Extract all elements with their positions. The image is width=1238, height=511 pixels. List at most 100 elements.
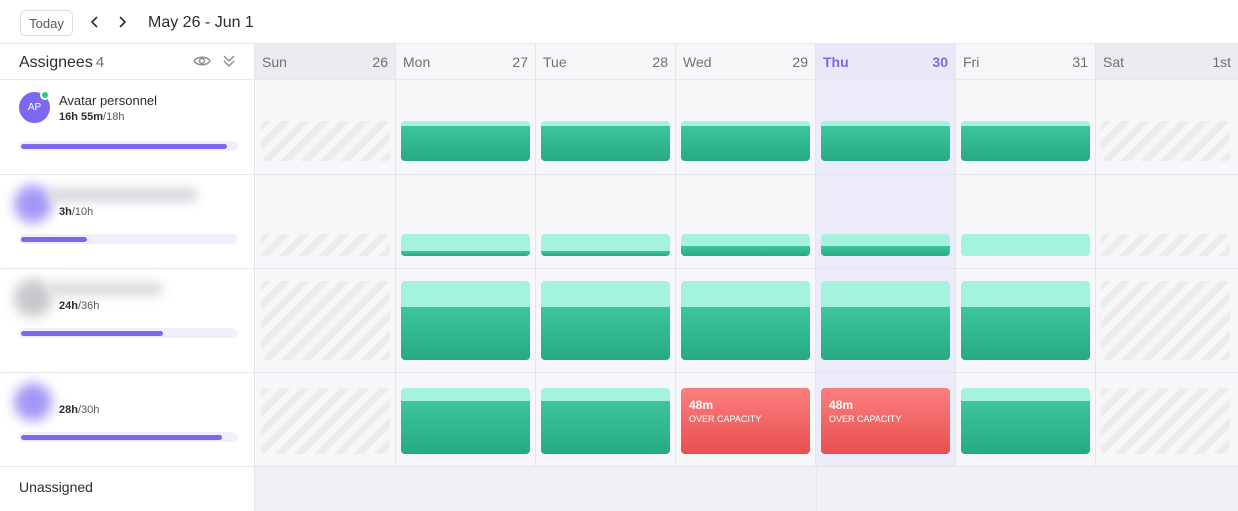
calendar-toolbar: Today May 26 - Jun 1 — [0, 0, 1238, 44]
day-name: Sun — [262, 54, 287, 70]
capacity-bar-fill — [21, 331, 164, 336]
online-status-icon — [40, 90, 50, 100]
assignee-row[interactable]: 3h/10h — [0, 175, 255, 269]
workload-block[interactable] — [401, 388, 530, 454]
workload-block[interactable] — [681, 121, 810, 161]
hours-total: 18h — [106, 111, 125, 123]
day-name: Mon — [403, 54, 431, 70]
capacity-bar — [19, 432, 238, 442]
workload-block[interactable] — [821, 234, 950, 256]
workload-block[interactable] — [961, 281, 1090, 360]
day-header[interactable]: Wed 29 — [676, 44, 816, 80]
workload-block[interactable] — [541, 121, 670, 161]
today-button[interactable]: Today — [20, 10, 73, 36]
workload-block[interactable] — [541, 234, 670, 256]
day-header[interactable]: Mon 27 — [396, 44, 536, 80]
workload-block[interactable] — [541, 388, 670, 454]
day-name: Tue — [543, 54, 567, 70]
non-working-day-cell — [261, 121, 390, 161]
day-name: Fri — [963, 54, 980, 70]
assignee-name: Avatar personnel — [59, 93, 158, 108]
workload-block[interactable] — [821, 281, 950, 360]
over-capacity-block[interactable]: 48m OVER CAPACITY — [821, 388, 950, 454]
unassigned-today-cell — [816, 467, 817, 511]
assignees-count: 4 — [95, 54, 105, 71]
assignee-row[interactable]: 24h/36h — [0, 269, 255, 373]
hours-total: 36h — [81, 300, 100, 312]
eye-icon — [193, 56, 211, 66]
capacity-bar-fill — [21, 237, 87, 242]
assignee-hours: 28h/30h — [59, 404, 100, 416]
assignee-row[interactable]: 28h/30h — [0, 373, 255, 467]
day-number: 27 — [512, 54, 528, 70]
assignee-row[interactable]: AP Avatar personnel 16h 55m/18h — [0, 80, 255, 175]
assignees-title: Assignees 4 — [19, 54, 104, 72]
row-divider — [255, 268, 1238, 269]
day-header[interactable]: Tue 28 — [536, 44, 676, 80]
day-header[interactable]: Sun 26 — [255, 44, 396, 80]
assignee-hours: 24h/36h — [59, 300, 100, 312]
day-name: Wed — [683, 54, 712, 70]
workload-block[interactable] — [681, 234, 810, 256]
next-week-button[interactable] — [112, 11, 132, 33]
assignees-sidebar: Assignees 4 AP Avatar personnel 16h 55m/1… — [0, 44, 255, 511]
row-divider — [255, 466, 1238, 467]
assignee-hours: 3h/10h — [59, 206, 94, 218]
row-divider — [255, 174, 1238, 175]
unassigned-row[interactable]: Unassigned — [19, 479, 93, 495]
unassigned-lane — [255, 467, 1238, 511]
double-chevron-down-icon — [223, 55, 235, 67]
workload-block[interactable] — [961, 121, 1090, 161]
day-number: 29 — [792, 54, 808, 70]
hours-total: 10h — [74, 206, 94, 218]
workload-grid: Sun 26 Mon 27 Tue 28 Wed 29 Thu 30 Fri 31 Sat 1… — [255, 44, 1238, 511]
day-number: 31 — [1072, 54, 1088, 70]
non-working-day-cell — [261, 234, 390, 256]
chevron-left-icon — [90, 16, 98, 28]
avatar — [14, 383, 52, 421]
toggle-visibility-button[interactable] — [193, 54, 211, 73]
assignee-name-redacted — [48, 282, 163, 296]
workload-block[interactable] — [961, 388, 1090, 454]
row-divider — [255, 372, 1238, 373]
capacity-bar — [19, 328, 238, 338]
hours-used: 28h — [59, 404, 78, 416]
capacity-bar — [19, 141, 238, 151]
capacity-bar — [19, 234, 238, 244]
previous-week-button[interactable] — [85, 11, 105, 33]
non-working-day-cell — [1101, 234, 1230, 256]
day-number: 1st — [1212, 54, 1231, 70]
chevron-right-icon — [119, 16, 127, 28]
day-number: 28 — [652, 54, 668, 70]
non-working-day-cell — [261, 281, 390, 360]
avatar — [14, 185, 52, 223]
hours-used: 16h 55m — [59, 111, 104, 123]
workload-block[interactable] — [961, 234, 1090, 256]
day-number: 30 — [932, 54, 948, 70]
capacity-bar-fill — [21, 144, 227, 149]
hours-total: 30h — [81, 404, 100, 416]
assignee-hours: 16h 55m/18h — [59, 111, 125, 123]
day-header[interactable]: Fri 31 — [956, 44, 1096, 80]
workload-block[interactable] — [401, 121, 530, 161]
over-capacity-amount: 48m — [829, 398, 854, 412]
day-header[interactable]: Sat 1st — [1096, 44, 1238, 80]
hours-used: 24h — [59, 300, 78, 312]
workload-block[interactable] — [821, 121, 950, 161]
over-capacity-block[interactable]: 48m OVER CAPACITY — [681, 388, 810, 454]
collapse-all-button[interactable] — [221, 53, 237, 74]
workload-block[interactable] — [401, 234, 530, 256]
over-capacity-amount: 48m — [689, 398, 714, 412]
workload-block[interactable] — [401, 281, 530, 360]
date-range-label: May 26 - Jun 1 — [148, 14, 254, 31]
assignees-title-text: Assignees — [19, 54, 93, 71]
day-name: Thu — [823, 54, 849, 70]
over-capacity-label: OVER CAPACITY — [689, 414, 762, 424]
non-working-day-cell — [1101, 121, 1230, 161]
assignee-name-redacted — [48, 188, 198, 202]
non-working-day-cell — [1101, 281, 1230, 360]
workload-block[interactable] — [681, 281, 810, 360]
workload-block[interactable] — [541, 281, 670, 360]
day-header-today[interactable]: Thu 30 — [816, 44, 956, 80]
non-working-day-cell — [1101, 388, 1230, 454]
